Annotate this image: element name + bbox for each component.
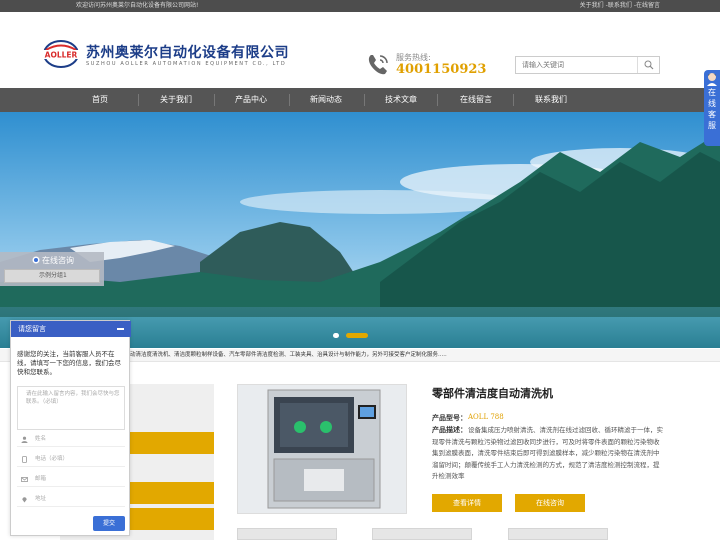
email-field[interactable]: 邮箱 <box>17 472 125 487</box>
name-field-placeholder: 姓名 <box>35 436 47 442</box>
phone-icon <box>368 55 388 75</box>
nav-news[interactable]: 新闻动态 <box>296 88 356 112</box>
service-char: 在 <box>708 88 716 97</box>
product-image[interactable] <box>237 384 407 514</box>
top-link-contact[interactable]: -联系我们 <box>606 2 632 9</box>
nav-articles[interactable]: 技术文章 <box>371 88 431 112</box>
nav-home[interactable]: 首页 <box>70 88 130 112</box>
nav-divider <box>289 94 290 106</box>
company-name-cn: 苏州奥莱尔自动化设备有限公司 <box>86 45 289 61</box>
company-name-en: SUZHOU AOLLER AUTOMATION EQUIPMENT CO., … <box>86 61 287 67</box>
mail-icon <box>21 477 28 482</box>
nav-about[interactable]: 关于我们 <box>146 88 206 112</box>
product-thumbnail[interactable] <box>372 528 472 540</box>
product-description: 设备集成压力喷射清洗、清洗剂在线过滤回收、循环精滤于一体，实现零件清洗与颗粒污染… <box>432 426 663 480</box>
name-field[interactable]: 姓名 <box>17 432 125 447</box>
hotline-number: 4001150923 <box>396 62 487 77</box>
banner-dot-1[interactable] <box>333 333 339 338</box>
nav-contact[interactable]: 联系我们 <box>521 88 581 112</box>
nav-products[interactable]: 产品中心 <box>221 88 281 112</box>
product-model-label: 产品型号： <box>432 414 467 422</box>
service-avatar-icon <box>707 73 717 86</box>
banner-dot-2-active[interactable] <box>346 333 368 338</box>
nav-divider <box>138 94 139 106</box>
search-icon <box>644 60 653 70</box>
online-consult-button[interactable]: 在线咨询 <box>515 494 585 512</box>
product-title[interactable]: 零部件清洁度自动清洗机 <box>432 385 553 401</box>
logo-text: AOLLER <box>45 51 78 60</box>
leave-message-widget: 请您留言 感谢您的关注，当前客服人员不在线，请填写一下您的信息，我们会尽快和您联… <box>10 320 131 536</box>
phone-small-icon <box>22 456 27 463</box>
message-intro: 感谢您的关注，当前客服人员不在线，请填写一下您的信息，我们会尽快和您联系。 <box>17 350 121 376</box>
minimize-icon[interactable] <box>117 328 124 330</box>
chat-bubble-icon <box>32 256 40 264</box>
online-consult-title: 在线咨询 <box>42 256 74 265</box>
message-header: 请您留言 <box>11 321 131 337</box>
service-char: 线 <box>708 99 716 108</box>
search-button[interactable] <box>637 57 659 73</box>
main-nav: 首页 关于我们 产品中心 新闻动态 技术文章 在线留言 联系我们 <box>0 88 720 112</box>
view-details-button[interactable]: 查看详情 <box>432 494 502 512</box>
header: AOLLER 苏州奥莱尔自动化设备有限公司 SUZHOU AOLLER AUTO… <box>0 12 720 88</box>
service-char: 服 <box>708 121 716 130</box>
product-model-value: AOLL 788 <box>468 413 504 421</box>
top-link-about[interactable]: 关于我们 <box>580 2 604 9</box>
cleaning-machine-image <box>267 389 381 509</box>
nav-message[interactable]: 在线留言 <box>446 88 506 112</box>
search-input[interactable] <box>516 57 638 73</box>
location-icon <box>22 497 27 503</box>
hero-banner[interactable] <box>0 112 720 348</box>
online-service-tab[interactable]: 在 线 客 服 <box>704 70 720 146</box>
company-logo[interactable]: AOLLER <box>42 39 80 69</box>
ticker-text: 动清洁度清洗机、清洁度颗粒制样设备、汽车零部件清洁度检测、工装夹具、治具设计与制… <box>130 352 447 358</box>
phone-field[interactable]: 电话（必填） <box>17 452 125 467</box>
nav-divider <box>437 94 438 106</box>
welcome-text: 欢迎访问苏州奥莱尔自动化设备有限公司网站! <box>76 2 199 9</box>
online-service-label: 在 线 客 服 <box>704 87 720 131</box>
address-field[interactable]: 地址 <box>17 492 125 507</box>
top-links: 关于我们 -联系我们 -在线留言 <box>578 0 660 12</box>
nav-divider <box>513 94 514 106</box>
phone-field-placeholder: 电话（必填） <box>35 456 69 462</box>
top-bar: 欢迎访问苏州奥莱尔自动化设备有限公司网站! 关于我们 -联系我们 -在线留言 <box>0 0 720 12</box>
product-thumbnail[interactable] <box>508 528 608 540</box>
user-icon <box>21 436 28 443</box>
nav-divider <box>214 94 215 106</box>
address-field-placeholder: 地址 <box>35 496 47 502</box>
submit-button[interactable]: 提交 <box>93 516 125 531</box>
service-char: 客 <box>708 110 716 119</box>
product-thumbnail[interactable] <box>237 528 337 540</box>
online-consult-panel[interactable]: 在线咨询 示例分组1 <box>0 252 104 286</box>
email-field-placeholder: 邮箱 <box>35 476 47 482</box>
search-box <box>515 56 660 74</box>
message-textarea[interactable]: 请在此输入留言内容，我们会尽快与您联系。（必填） <box>17 386 125 430</box>
nav-divider <box>364 94 365 106</box>
banner-landscape-image <box>0 112 720 348</box>
top-link-message[interactable]: -在线留言 <box>634 2 660 9</box>
consult-group-tab[interactable]: 示例分组1 <box>4 269 100 283</box>
